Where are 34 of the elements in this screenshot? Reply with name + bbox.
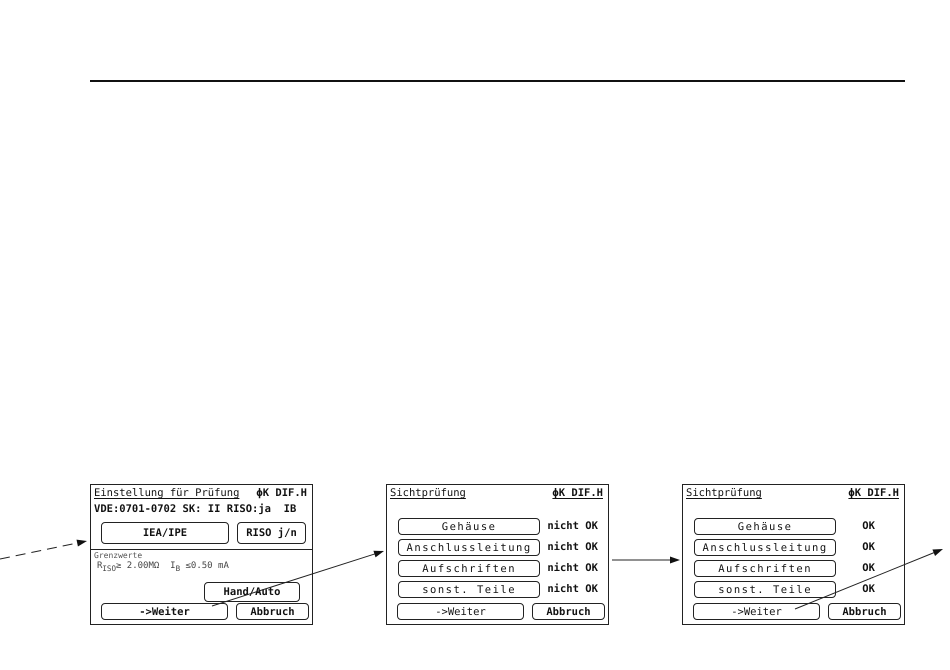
softkey-button[interactable]: Abbruch — [532, 603, 605, 620]
screen-title: Einstellung für Prüfung — [94, 487, 240, 500]
status-indicator: ϕK DIF.H — [552, 487, 604, 500]
softkey-button[interactable]: Abbruch — [236, 603, 309, 620]
check-item-button[interactable]: Aufschriften — [398, 560, 540, 577]
check-result: OK — [862, 521, 875, 532]
check-result: nicht OK — [547, 563, 598, 574]
softkey-button[interactable]: RISO j/n — [237, 522, 306, 544]
check-result: OK — [862, 563, 875, 574]
softkey-button[interactable]: Abbruch — [828, 603, 901, 620]
status-indicator: ϕK DIF.H — [256, 487, 308, 500]
info-line: VDE:0701-0702 SK: II RISO:ja IB — [94, 503, 298, 516]
flow-arrow — [612, 556, 680, 564]
section-label: Grenzwerte — [94, 551, 144, 560]
screen-title: Sichtprüfung — [390, 487, 466, 500]
check-item-button[interactable]: Gehäuse — [694, 518, 836, 535]
check-item-button[interactable]: Aufschriften — [694, 560, 836, 577]
softkey-button[interactable]: ->Weiter — [693, 603, 820, 620]
check-item-button[interactable]: sonst. Teile — [398, 581, 540, 598]
check-item-button[interactable]: Anschlussleitung — [398, 539, 540, 556]
screen-title: Sichtprüfung — [686, 487, 762, 500]
check-item-button[interactable]: Anschlussleitung — [694, 539, 836, 556]
softkey-button[interactable]: IEA/IPE — [101, 522, 229, 544]
limit-values: R$_{ISO}$≥ 2.00MΩ I$_{B}$ ≤0.50 mA — [96, 560, 230, 575]
check-item-button[interactable]: Gehäuse — [398, 518, 540, 535]
check-result: nicht OK — [547, 542, 598, 553]
check-result: nicht OK — [547, 521, 598, 532]
check-result: OK — [862, 584, 875, 595]
softkey-button[interactable]: ->Weiter — [397, 603, 524, 620]
check-item-button[interactable]: sonst. Teile — [694, 581, 836, 598]
status-indicator: ϕK DIF.H — [848, 487, 900, 500]
check-result: nicht OK — [547, 584, 598, 595]
check-result: OK — [862, 542, 875, 553]
softkey-button[interactable]: ->Weiter — [101, 603, 228, 620]
